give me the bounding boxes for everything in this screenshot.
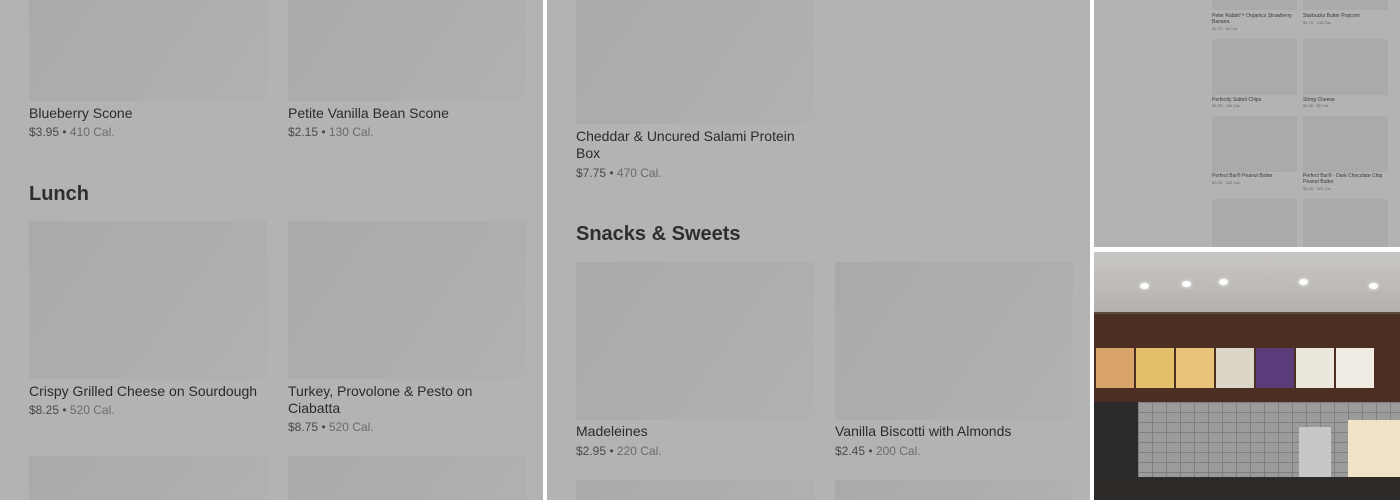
- item-name[interactable]: Petite Vanilla Bean Scone: [288, 105, 523, 122]
- ceiling-light: [1182, 281, 1191, 287]
- item-name[interactable]: Crispy Grilled Cheese on Sourdough: [29, 383, 264, 400]
- item-meta: $3.25 · 320 Cal.: [1303, 186, 1332, 191]
- ceiling-light: [1369, 283, 1378, 289]
- item-image-grilled-cheese[interactable]: [29, 221, 267, 379]
- cafe-photo: [1094, 252, 1400, 500]
- item-name[interactable]: Madeleines: [576, 423, 811, 440]
- item-name[interactable]: Peter Rabbit™ Organics Strawberry Banana: [1212, 13, 1297, 25]
- item-meta: $2.95 • 220 Cal.: [576, 444, 662, 458]
- item-name[interactable]: Starbucks Butter Popcorn: [1303, 13, 1388, 19]
- item-name[interactable]: Vanilla Biscotti with Almonds: [835, 423, 1070, 440]
- menu-panel-left: Blueberry Scone $3.95 • 410 Cal. Petite …: [0, 0, 543, 500]
- espresso-machine: [1299, 427, 1331, 477]
- menu-board-panel: [1136, 348, 1174, 388]
- item-meta: $8.75 • 520 Cal.: [288, 420, 374, 434]
- ceiling-light: [1299, 279, 1308, 285]
- item-image[interactable]: [835, 480, 1073, 500]
- item-image[interactable]: [1303, 39, 1388, 95]
- section-title-lunch: Lunch: [29, 183, 89, 205]
- item-meta: $2.15 • 130 Cal.: [288, 125, 374, 139]
- menu-panel-middle: Cheddar & Uncured Salami Protein Box $7.…: [547, 0, 1090, 500]
- menu-board-panel: [1216, 348, 1254, 388]
- item-image[interactable]: [1303, 199, 1388, 247]
- item-meta: $2.45 • 200 Cal.: [835, 444, 921, 458]
- menu-panel-thumbnail: Peter Rabbit™ Organics Strawberry Banana…: [1094, 0, 1400, 247]
- ceiling: [1094, 252, 1400, 312]
- section-title-snacks: Snacks & Sweets: [576, 223, 741, 245]
- item-image-petite-vanilla-scone[interactable]: [288, 0, 526, 101]
- item-image[interactable]: [1303, 116, 1388, 172]
- item-image-turkey-provolone[interactable]: [288, 221, 526, 379]
- item-image-protein-box[interactable]: [576, 0, 814, 124]
- menu-board-panel: [1256, 348, 1294, 388]
- item-meta: $3.95 • 410 Cal.: [29, 125, 115, 139]
- item-name[interactable]: Cheddar & Uncured Salami Protein Box: [576, 128, 801, 162]
- item-image[interactable]: [1212, 0, 1297, 10]
- item-name[interactable]: Perfect Bar® - Dark Chocolate Chip Peanu…: [1303, 173, 1388, 185]
- item-image[interactable]: [1303, 0, 1388, 10]
- item-meta: $3.25 · 330 Cal.: [1212, 180, 1241, 185]
- counter: [1094, 477, 1400, 500]
- item-meta: $1.75 · 60 Cal.: [1212, 26, 1239, 31]
- item-image[interactable]: [1212, 39, 1297, 95]
- ceiling-light: [1219, 279, 1228, 285]
- item-image[interactable]: [288, 456, 526, 500]
- menu-board-panel: [1296, 348, 1334, 388]
- item-image-madeleines[interactable]: [576, 262, 814, 420]
- item-image[interactable]: [576, 480, 814, 500]
- item-image-biscotti[interactable]: [835, 262, 1073, 420]
- item-image[interactable]: [1212, 116, 1297, 172]
- item-image[interactable]: [29, 456, 267, 500]
- item-meta: $2.45 · 80 Cal.: [1303, 103, 1330, 108]
- item-name[interactable]: Perfect Bar® Peanut Butter: [1212, 173, 1297, 179]
- item-image[interactable]: [1212, 199, 1297, 247]
- item-name[interactable]: Blueberry Scone: [29, 105, 264, 122]
- item-meta: $8.25 • 520 Cal.: [29, 403, 115, 417]
- item-meta: $2.25 · 180 Cal.: [1212, 103, 1241, 108]
- menu-board-panel: [1336, 348, 1374, 388]
- menu-board-panel: [1096, 348, 1134, 388]
- menu-board-panel: [1176, 348, 1214, 388]
- ceiling-light: [1140, 283, 1149, 289]
- item-name[interactable]: Turkey, Provolone & Pesto on Ciabatta: [288, 383, 508, 417]
- item-meta: $1.75 · 130 Cal.: [1303, 20, 1332, 25]
- item-meta: $7.75 • 470 Cal.: [576, 166, 662, 180]
- item-image-blueberry-scone[interactable]: [29, 0, 267, 101]
